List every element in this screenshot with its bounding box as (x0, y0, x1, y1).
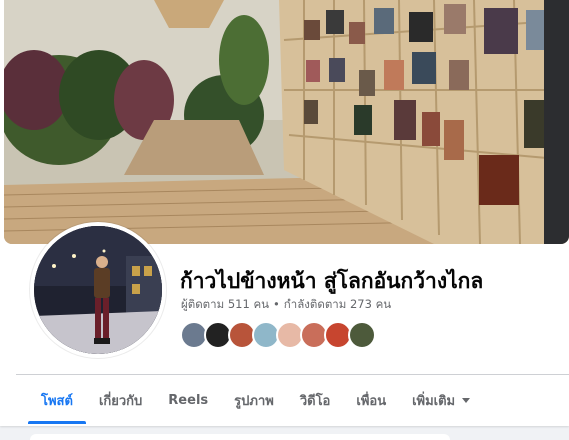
profile-header-card: ก้าวไปข้างหน้า สู่โลกอันกว้างไกล ผู้ติดต… (0, 0, 569, 426)
followers-link[interactable]: ผู้ติดตาม 511 คน (181, 297, 269, 311)
tab-reels[interactable]: Reels (155, 376, 221, 424)
profile-stats: ผู้ติดตาม 511 คน • กำลังติดตาม 273 คน (181, 296, 391, 314)
profile-person-image (34, 226, 162, 354)
tab-label: รูปภาพ (234, 393, 274, 409)
tab-label: เกี่ยวกับ (98, 393, 143, 409)
cover-photo[interactable] (4, 0, 569, 244)
tab-photos[interactable]: รูปภาพ (221, 376, 287, 424)
profile-picture-image (34, 226, 162, 354)
tab-friends[interactable]: เพื่อน (343, 376, 399, 424)
profile-tabs: โพสต์ เกี่ยวกับ Reels รูปภาพ วิดีโอ เพื่… (28, 376, 483, 424)
tab-about[interactable]: เกี่ยวกับ (86, 376, 155, 424)
tab-label: เพื่อน (356, 393, 387, 409)
follower-avatar-icon[interactable] (348, 321, 376, 349)
tab-more[interactable]: เพิ่มเติม (399, 376, 483, 424)
profile-name: ก้าวไปข้างหน้า สู่โลกอันกว้างไกล (180, 269, 484, 293)
tabs-divider (16, 374, 569, 375)
tab-label: เพิ่มเติม (412, 393, 456, 409)
tab-posts[interactable]: โพสต์ (28, 376, 86, 424)
tab-videos[interactable]: วิดีโอ (287, 376, 344, 424)
tab-label: วิดีโอ (299, 393, 331, 409)
follower-avatars-row (180, 321, 376, 349)
content-card-top (30, 434, 450, 440)
caret-down-icon (462, 397, 471, 403)
cover-photo-image (4, 0, 569, 244)
following-link[interactable]: กำลังติดตาม 273 คน (284, 297, 391, 311)
stats-separator: • (273, 297, 280, 311)
tab-label: Reels (168, 392, 209, 408)
tab-label: โพสต์ (41, 393, 73, 409)
profile-picture[interactable] (30, 222, 166, 358)
facebook-profile-page: ก้าวไปข้างหน้า สู่โลกอันกว้างไกล ผู้ติดต… (0, 0, 569, 440)
